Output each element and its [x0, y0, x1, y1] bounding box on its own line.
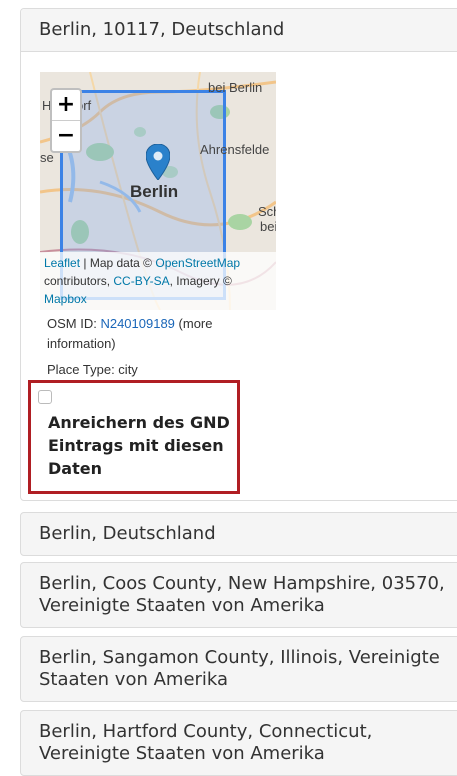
attribution-contributors: contributors,	[44, 274, 114, 288]
result-panel-header[interactable]: Berlin, Sangamon County, Illinois, Verei…	[21, 637, 457, 701]
result-panel-header[interactable]: Berlin, Deutschland	[21, 513, 457, 555]
result-panel[interactable]: Berlin, Hartford County, Connecticut, Ve…	[20, 710, 457, 776]
openstreetmap-link[interactable]: OpenStreetMap	[155, 256, 240, 270]
map-label-sch: Sch	[258, 204, 276, 219]
result-panel-header[interactable]: Berlin, 10117, Deutschland	[21, 9, 457, 52]
result-panel-header[interactable]: Berlin, Coos County, New Hampshire, 0357…	[21, 563, 457, 627]
zoom-control: + −	[50, 88, 82, 153]
map-label-bei-berlin: bei Berlin	[208, 80, 263, 95]
result-panel[interactable]: Berlin, Coos County, New Hampshire, 0357…	[20, 562, 457, 628]
map-attribution: Leaflet | Map data © OpenStreetMap contr…	[40, 252, 276, 310]
map-label-berlin: Berlin	[130, 182, 179, 201]
map-widget[interactable]: bei Berlin He sdorf Ahrensfelde se Berli…	[40, 72, 276, 310]
enrich-checkbox[interactable]	[38, 390, 52, 404]
osm-id-label: OSM ID:	[47, 316, 101, 331]
zoom-in-button[interactable]: +	[52, 90, 80, 120]
map-label-ahrensfelde: Ahrensfelde	[200, 142, 270, 157]
zoom-out-button[interactable]: −	[52, 120, 80, 151]
leaflet-link[interactable]: Leaflet	[44, 256, 80, 270]
result-panel-header[interactable]: Berlin, Hartford County, Connecticut, Ve…	[21, 711, 457, 775]
mapbox-link[interactable]: Mapbox	[44, 292, 87, 306]
attribution-imagery: , Imagery ©	[169, 274, 232, 288]
cc-by-sa-link[interactable]: CC-BY-SA	[113, 274, 169, 288]
result-panel[interactable]: Berlin, Sangamon County, Illinois, Verei…	[20, 636, 457, 702]
place-type: Place Type: city	[47, 362, 138, 377]
osm-id-line: OSM ID: N240109189 (more information)	[47, 314, 247, 354]
enrich-option-highlight: Anreichern des GND Eintrags mit diesen D…	[28, 380, 240, 494]
map-label-bei: bei	[260, 219, 276, 234]
attribution-map-data: | Map data ©	[80, 256, 156, 270]
osm-id-link[interactable]: N240109189	[100, 316, 174, 331]
map-marker-icon[interactable]	[146, 144, 170, 180]
enrich-checkbox-label[interactable]: Anreichern des GND Eintrags mit diesen D…	[48, 411, 238, 480]
result-panel[interactable]: Berlin, Deutschland	[20, 512, 457, 556]
